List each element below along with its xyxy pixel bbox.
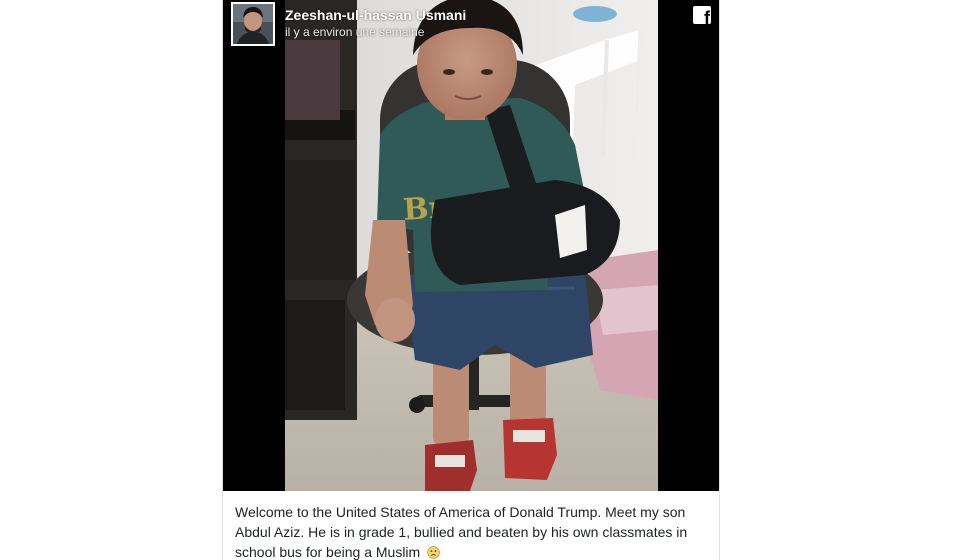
post-media[interactable]: Brooklyn [223,0,719,491]
author-name[interactable]: Zeeshan-ul-hassan Usmani [285,6,466,24]
caption-text: Welcome to the United States of America … [235,504,688,560]
post-photo[interactable]: Brooklyn [285,0,658,491]
post-photo-image: Brooklyn [285,0,658,491]
frown-emoji-icon [427,546,440,559]
facebook-f-glyph: f [704,8,710,24]
avatar-image [233,4,273,44]
post-timestamp[interactable]: il y a environ une semaine [285,25,424,40]
post-header: Zeeshan-ul-hassan Usmani il y a environ … [223,0,719,50]
author-avatar[interactable] [231,2,275,46]
embedded-post-card: Brooklyn [222,0,720,560]
facebook-icon[interactable]: f [693,6,711,24]
post-caption: Welcome to the United States of America … [235,502,709,560]
